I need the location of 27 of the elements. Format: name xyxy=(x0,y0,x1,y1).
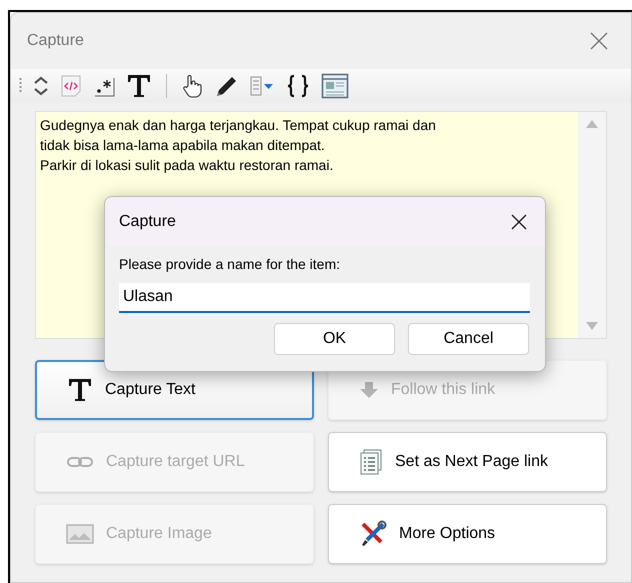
chevrons-icon[interactable] xyxy=(32,75,50,97)
close-icon xyxy=(511,214,527,230)
prompt-label: Please provide a name for the item: xyxy=(119,255,342,274)
image-icon xyxy=(66,524,94,544)
dialog-button[interactable]: OK xyxy=(274,323,395,355)
text-icon xyxy=(67,377,93,403)
action-button[interactable]: Set as Next Page link xyxy=(328,432,607,492)
code-file-icon[interactable] xyxy=(60,74,82,98)
chain-link-icon xyxy=(66,455,94,469)
tools-icon xyxy=(359,520,387,548)
text-line: Parkir di lokasi sulit pada waktu restoran ramai. xyxy=(40,156,334,175)
text-icon[interactable] xyxy=(126,73,152,99)
hand-pointer-icon[interactable] xyxy=(181,74,203,98)
text-line: tidak bisa lama-lama apabila makan ditempat. xyxy=(40,136,326,155)
dropdown-icon[interactable] xyxy=(249,74,275,98)
web-page-icon[interactable] xyxy=(321,73,349,99)
dialog-button[interactable]: Cancel xyxy=(408,323,529,355)
down-arrow-icon xyxy=(359,380,379,400)
close-icon xyxy=(590,32,608,50)
action-button[interactable]: More Options xyxy=(328,504,607,564)
window-title: Capture xyxy=(27,31,84,51)
list-document-icon xyxy=(359,449,383,475)
text-line: Gudegnya enak dan harga terjangkau. Tempat cukup ramai dan xyxy=(40,116,437,135)
dialog-title: Capture xyxy=(119,212,176,232)
name-input[interactable]: Ulasan xyxy=(119,283,530,313)
grip-icon xyxy=(19,77,22,95)
braces-icon[interactable] xyxy=(285,73,311,99)
